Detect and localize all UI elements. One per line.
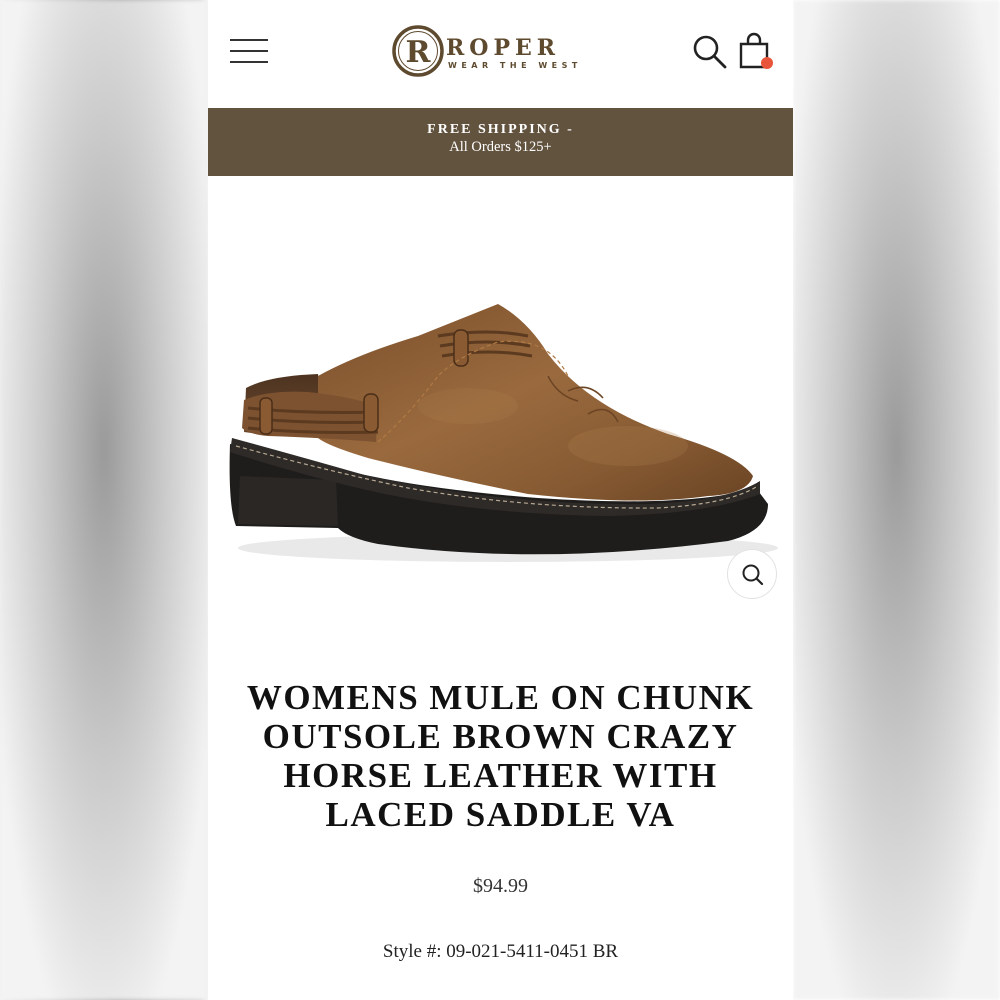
cart-badge [761, 57, 773, 69]
blurred-background-right [793, 0, 1000, 1000]
roper-logo[interactable]: R ROPER WEAR THE WEST [391, 24, 606, 80]
product-style-number: Style #: 09-021-5411-0451 BR [382, 941, 619, 962]
product-price: $94.99 [473, 875, 528, 897]
banner-subtext: All Orders $125+ [449, 139, 552, 155]
menu-icon[interactable] [230, 37, 268, 65]
shipping-banner: FREE SHIPPING - All Orders $125+ [208, 108, 793, 176]
product-title: WOMENS MULE ON CHUNK OUTSOLE BROWN CRAZY… [246, 678, 755, 834]
logo-letter: R [406, 35, 432, 70]
shopping-bag-icon[interactable] [736, 32, 776, 72]
search-icon[interactable] [692, 34, 728, 70]
zoom-icon [742, 564, 764, 586]
logo-emblem-icon: R [392, 25, 444, 77]
product-image[interactable] [208, 176, 793, 616]
zoom-button[interactable] [727, 549, 777, 599]
logo-wordmark: ROPER [446, 35, 561, 61]
logo-tagline: WEAR THE WEST [448, 61, 582, 70]
banner-headline: FREE SHIPPING - [427, 122, 574, 137]
blurred-background-left [0, 0, 208, 1000]
site-header: R ROPER WEAR THE WEST [208, 0, 793, 108]
mobile-page: R ROPER WEAR THE WEST FREE SHIPPING - Al… [208, 0, 793, 1000]
